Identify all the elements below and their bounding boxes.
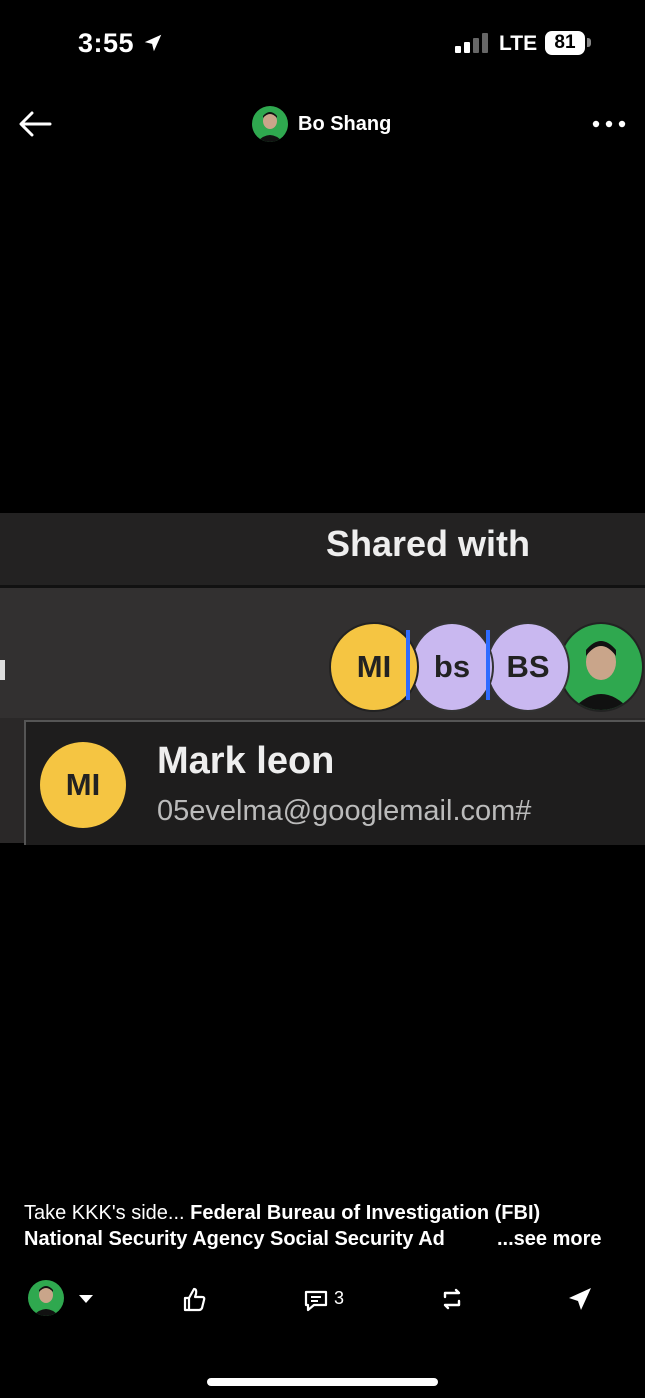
repost-icon[interactable] [438, 1285, 466, 1313]
send-icon[interactable] [566, 1285, 594, 1313]
battery-icon: 81 [545, 31, 585, 55]
comment-count: 3 [334, 1288, 345, 1308]
battery-tip [587, 38, 591, 47]
location-arrow-icon [144, 34, 162, 52]
reaction-avatar[interactable] [28, 1280, 64, 1316]
shared-avatar-photo [558, 622, 644, 712]
status-time: 3:55 [78, 28, 135, 58]
see-more-link[interactable]: ...see more [497, 1226, 602, 1252]
card-name: Mark leon [157, 740, 335, 782]
image-edge-mark [0, 660, 5, 680]
caption-lead: Take KKK's side... [24, 1202, 191, 1224]
status-bar: 3:55 LTE 81 [0, 0, 645, 90]
selection-handle [406, 630, 410, 700]
card-email: 05evelma@googlemail.com# [157, 795, 532, 827]
card-avatar: MI [40, 742, 126, 828]
selection-handle [486, 630, 490, 700]
battery-level: 81 [554, 32, 576, 53]
like-icon[interactable] [180, 1285, 208, 1313]
shared-avatar-BS: BS [486, 622, 570, 712]
signal-icon [455, 33, 488, 53]
header-user-name[interactable]: Bo Shang [298, 113, 391, 136]
caret-down-icon[interactable] [78, 1294, 94, 1304]
header-user[interactable]: Bo Shang [252, 106, 391, 142]
shared-with-title: Shared with [326, 523, 531, 564]
avatar[interactable] [252, 106, 288, 142]
person-photo-icon [33, 1286, 59, 1316]
image-header-band: Shared with [0, 513, 645, 585]
shared-avatar-bs: bs [410, 622, 494, 712]
person-photo-icon [257, 112, 283, 142]
post-caption[interactable]: Take KKK's side... Federal Bureau of Inv… [24, 1200, 624, 1252]
network-label: LTE [499, 32, 538, 55]
back-arrow-icon[interactable] [16, 106, 56, 142]
comment-icon[interactable] [302, 1286, 330, 1314]
more-options-icon[interactable] [590, 114, 630, 134]
person-photo-icon [572, 641, 630, 710]
home-indicator[interactable] [207, 1378, 438, 1386]
